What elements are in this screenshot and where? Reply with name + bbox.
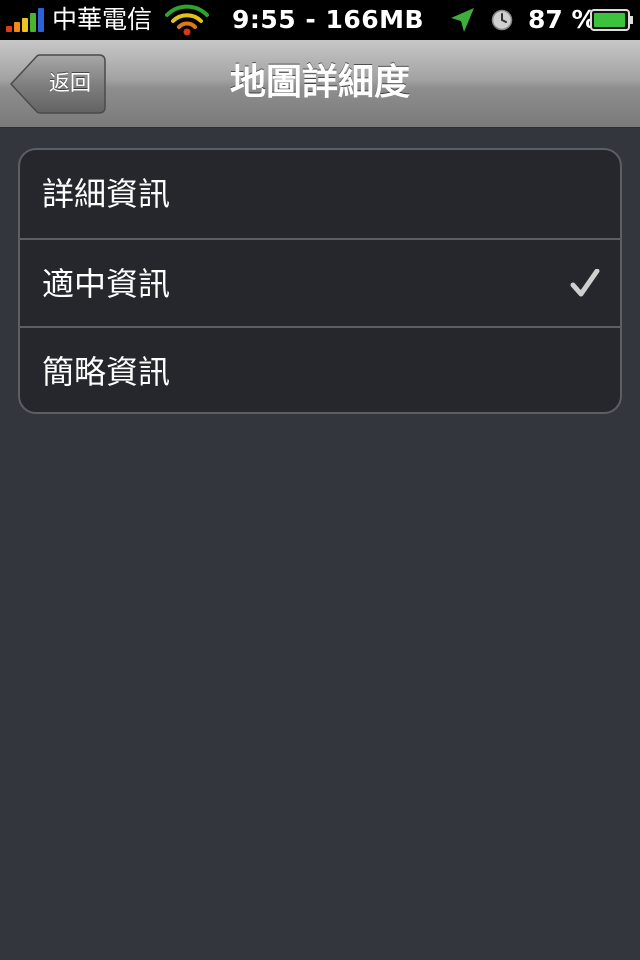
signal-icon <box>6 8 48 32</box>
option-label: 詳細資訊 <box>42 175 171 213</box>
detail-level-options: 詳細資訊 適中資訊 簡略資訊 <box>18 148 622 414</box>
carrier-name: 中華電信 <box>52 5 153 34</box>
time-memory-readout: 9:55 - 166MB <box>232 5 425 34</box>
page-title: 地圖詳細度 <box>229 62 410 103</box>
battery-icon <box>590 9 633 31</box>
back-button-label: 返回 <box>49 71 91 95</box>
option-label: 簡略資訊 <box>42 353 171 391</box>
alarm-clock-icon <box>491 9 513 31</box>
location-icon <box>451 8 474 32</box>
wifi-icon <box>165 4 209 36</box>
status-bar: 中華電信 9:55 - 166MB 87 % <box>0 0 640 40</box>
navigation-bar: 返回 地圖詳細度 <box>0 40 640 128</box>
option-row-moderate[interactable]: 適中資訊 <box>20 238 620 326</box>
option-row-detailed[interactable]: 詳細資訊 <box>20 150 620 238</box>
battery-percent: 87 % <box>528 5 597 34</box>
option-row-brief[interactable]: 簡略資訊 <box>20 326 620 412</box>
option-label: 適中資訊 <box>42 265 171 303</box>
checkmark-icon <box>570 269 600 297</box>
back-button[interactable]: 返回 <box>10 54 106 114</box>
